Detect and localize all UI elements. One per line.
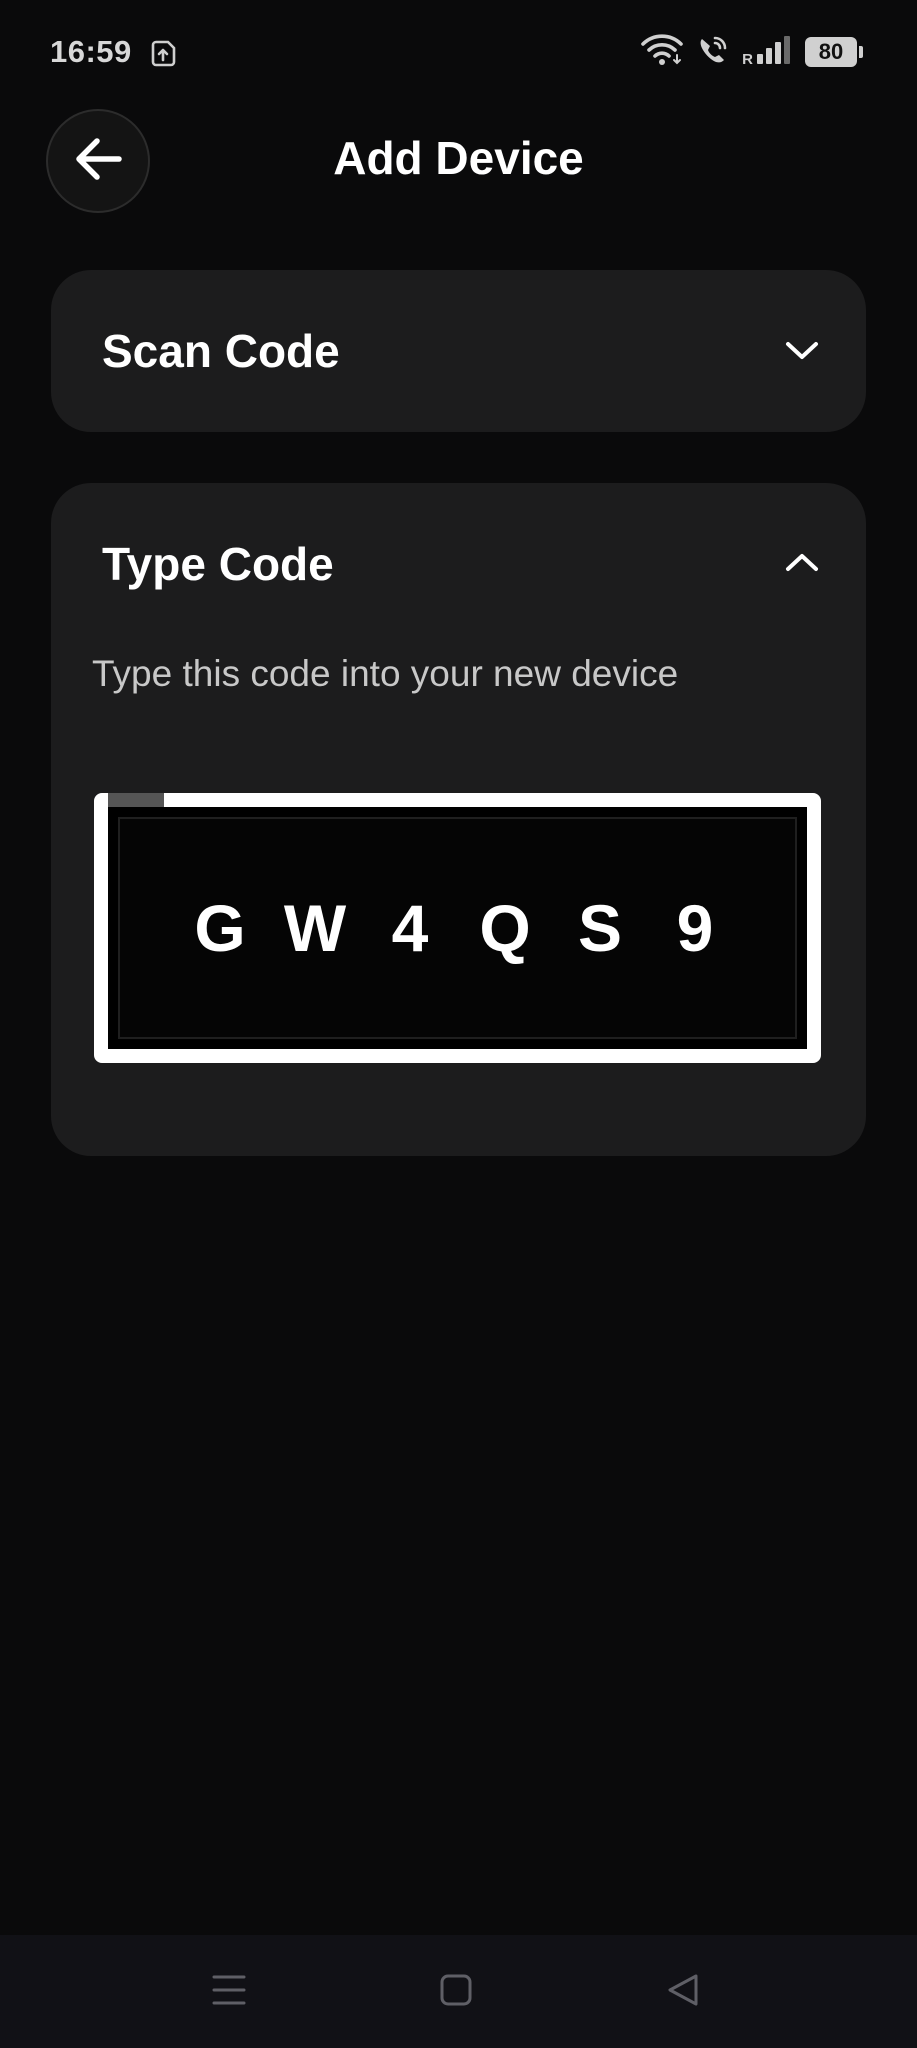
home-button[interactable] [426,1965,486,2019]
status-icons: R 80 [640,33,863,72]
page-title: Add Device [333,132,584,184]
code-character: Q [479,891,531,965]
code-character: 4 [391,891,429,965]
scan-code-header[interactable]: Scan Code [51,270,866,432]
back-nav-button[interactable] [653,1965,713,2019]
scan-code-section: Scan Code [51,270,866,432]
wifi-calling-icon [696,33,730,72]
type-code-title: Type Code [102,538,334,590]
type-code-section: Type Code Type this code into your new d… [51,483,866,1156]
menu-icon [211,1973,247,2012]
back-triangle-icon [666,1973,700,2012]
scan-code-title: Scan Code [102,325,340,377]
signal-icon [755,34,793,71]
home-icon [439,1973,473,2012]
navigation-bar [0,1935,917,2048]
code-frame-accent [108,793,164,807]
pairing-code-box: G W 4 Q S 9 [94,793,821,1063]
code-character: S [577,891,623,965]
chevron-up-icon [784,548,820,578]
chevron-down-icon [784,335,820,365]
code-character: 9 [676,891,714,965]
pairing-code: G W 4 Q S 9 [118,817,797,1039]
code-character: G [194,891,246,965]
status-time: 16:59 [50,34,132,69]
recent-apps-button[interactable] [199,1965,259,2019]
battery-icon: 80 [805,37,863,67]
type-code-header[interactable]: Type Code [51,483,866,645]
screenshot-icon [150,38,178,68]
type-code-description: Type this code into your new device [92,653,679,694]
status-bar: 16:59 R 80 [0,0,917,105]
roaming-indicator: R [742,51,753,68]
code-character: W [283,891,347,965]
wifi-icon [640,33,684,72]
